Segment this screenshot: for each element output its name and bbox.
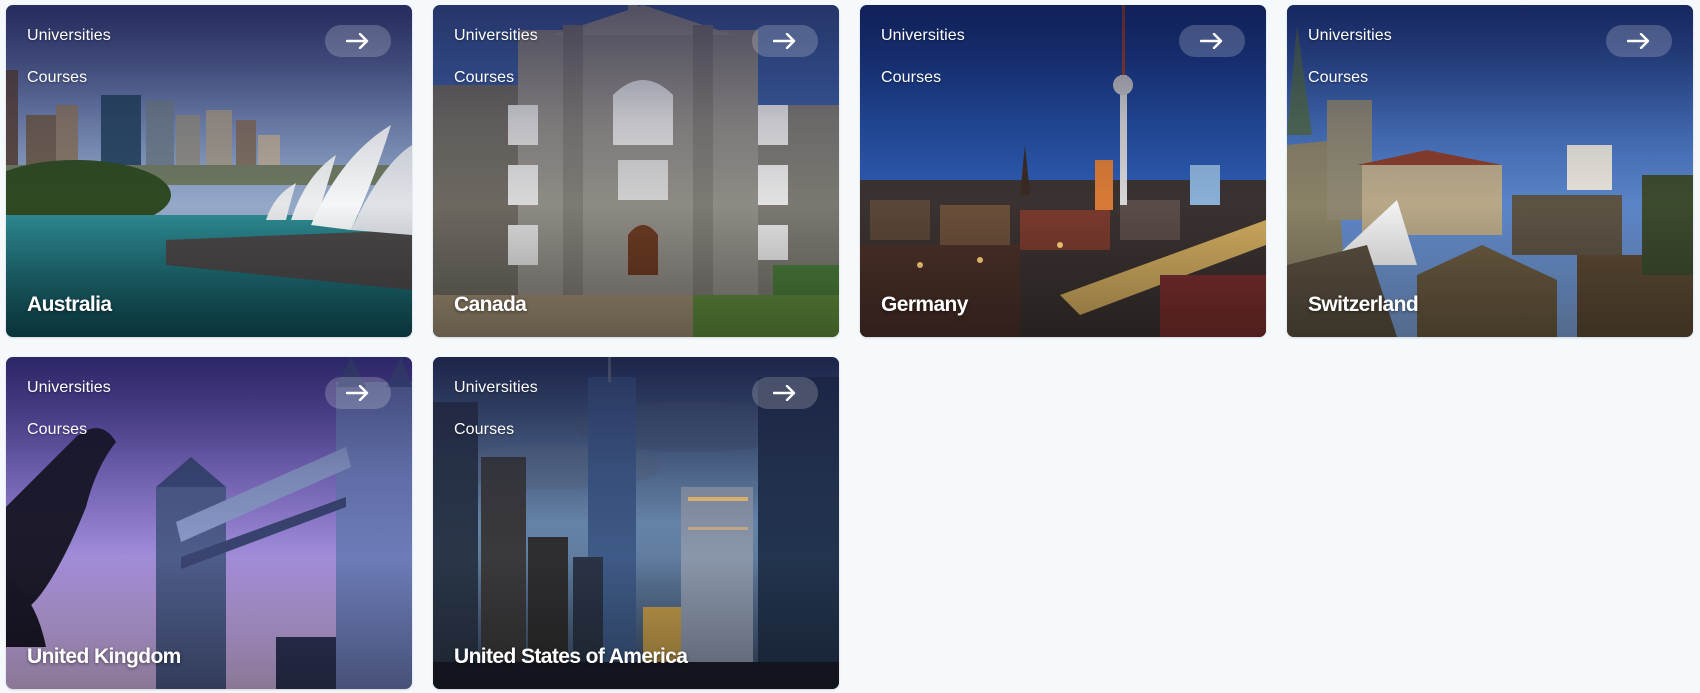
country-card-switzerland[interactable]: Universities Courses Switzerland	[1287, 5, 1693, 337]
courses-link[interactable]: Courses	[27, 69, 87, 87]
universities-link[interactable]: Universities	[27, 27, 111, 45]
country-name: United Kingdom	[27, 645, 181, 668]
country-card-canada[interactable]: Universities Courses Canada	[433, 5, 839, 337]
universities-link[interactable]: Universities	[1308, 27, 1392, 45]
universities-link[interactable]: Universities	[454, 27, 538, 45]
open-country-button[interactable]	[325, 25, 391, 57]
courses-link[interactable]: Courses	[1308, 69, 1368, 87]
country-card-australia[interactable]: Universities Courses Australia	[6, 5, 412, 337]
country-name: Australia	[27, 293, 112, 316]
arrow-right-icon	[346, 33, 369, 49]
country-name: Canada	[454, 293, 527, 316]
arrow-right-icon	[1200, 33, 1223, 49]
country-name: United States of America	[454, 645, 688, 668]
country-name: Switzerland	[1308, 293, 1419, 316]
arrow-right-icon	[773, 385, 796, 401]
open-country-button[interactable]	[1606, 25, 1672, 57]
courses-link[interactable]: Courses	[454, 69, 514, 87]
country-card-united-kingdom[interactable]: Universities Courses United Kingdom	[6, 357, 412, 689]
open-country-button[interactable]	[752, 25, 818, 57]
arrow-right-icon	[773, 33, 796, 49]
country-card-united-states[interactable]: Universities Courses United States of Am…	[433, 357, 839, 689]
universities-link[interactable]: Universities	[454, 379, 538, 397]
universities-link[interactable]: Universities	[881, 27, 965, 45]
country-card-grid: Universities Courses Australia Universit…	[6, 5, 1696, 689]
open-country-button[interactable]	[325, 377, 391, 409]
courses-link[interactable]: Courses	[454, 421, 514, 439]
arrow-right-icon	[346, 385, 369, 401]
courses-link[interactable]: Courses	[881, 69, 941, 87]
open-country-button[interactable]	[1179, 25, 1245, 57]
arrow-right-icon	[1627, 33, 1650, 49]
country-name: Germany	[881, 293, 968, 316]
open-country-button[interactable]	[752, 377, 818, 409]
courses-link[interactable]: Courses	[27, 421, 87, 439]
universities-link[interactable]: Universities	[27, 379, 111, 397]
country-card-germany[interactable]: Universities Courses Germany	[860, 5, 1266, 337]
